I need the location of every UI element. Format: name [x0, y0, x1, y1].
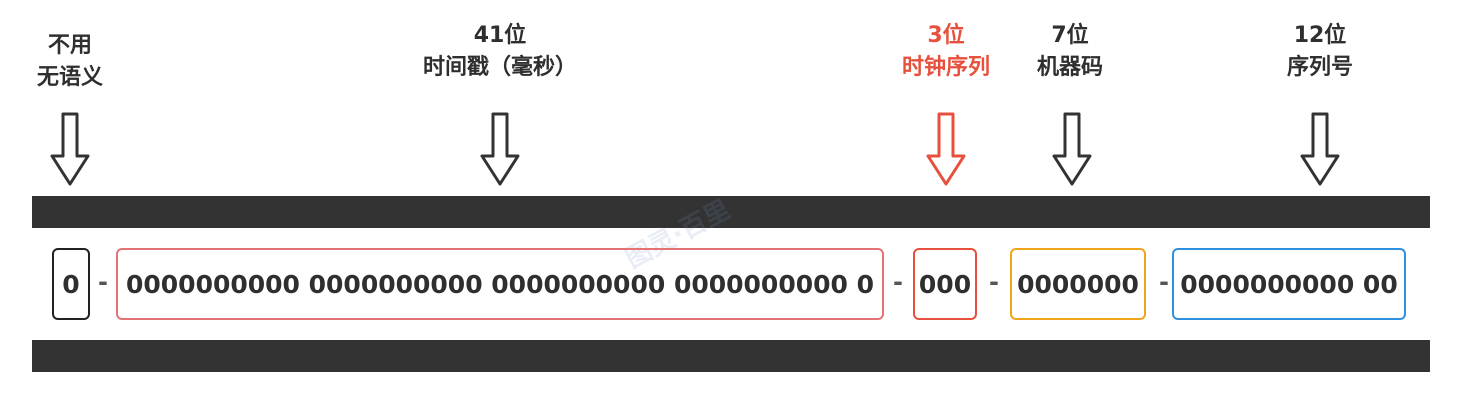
field-3-value-box: 0000000: [1010, 248, 1146, 320]
field-2-label: 3位 时钟序列: [886, 20, 1006, 84]
field-1-bits: 41位: [473, 23, 527, 48]
field-3-name: 机器码: [1036, 55, 1103, 80]
field-3-label: 7位 机器码: [1020, 20, 1120, 84]
field-0-name-line2: 无语义: [36, 65, 103, 90]
field-4-label: 12位 序列号: [1270, 20, 1370, 84]
field-0-value-box: 0: [52, 248, 90, 320]
field-0-name-line1: 不用: [47, 33, 92, 58]
field-2-name: 时钟序列: [901, 55, 990, 80]
separator: -: [98, 268, 108, 296]
field-4-value-box: 0000000000 00: [1172, 248, 1406, 320]
separator: -: [893, 268, 903, 296]
field-2-bits: 3位: [927, 23, 965, 48]
field-4-name: 序列号: [1286, 55, 1353, 80]
field-0-label: 不用 无语义: [30, 30, 110, 94]
down-arrow-icon: [1052, 112, 1092, 186]
separator: -: [1159, 268, 1169, 296]
bottom-bar: [32, 340, 1430, 372]
field-4-bits: 12位: [1293, 23, 1347, 48]
separator: -: [989, 268, 999, 296]
field-1-name: 时间戳（毫秒）: [422, 55, 577, 80]
field-3-bits: 7位: [1051, 23, 1089, 48]
down-arrow-icon: [50, 112, 90, 186]
down-arrow-icon: [480, 112, 520, 186]
field-1-value-box: 0000000000 0000000000 0000000000 0000000…: [116, 248, 884, 320]
field-1-label: 41位 时间戳（毫秒）: [380, 20, 620, 84]
down-arrow-icon: [1300, 112, 1340, 186]
down-arrow-icon: [926, 112, 966, 186]
field-2-value-box: 000: [913, 248, 977, 320]
